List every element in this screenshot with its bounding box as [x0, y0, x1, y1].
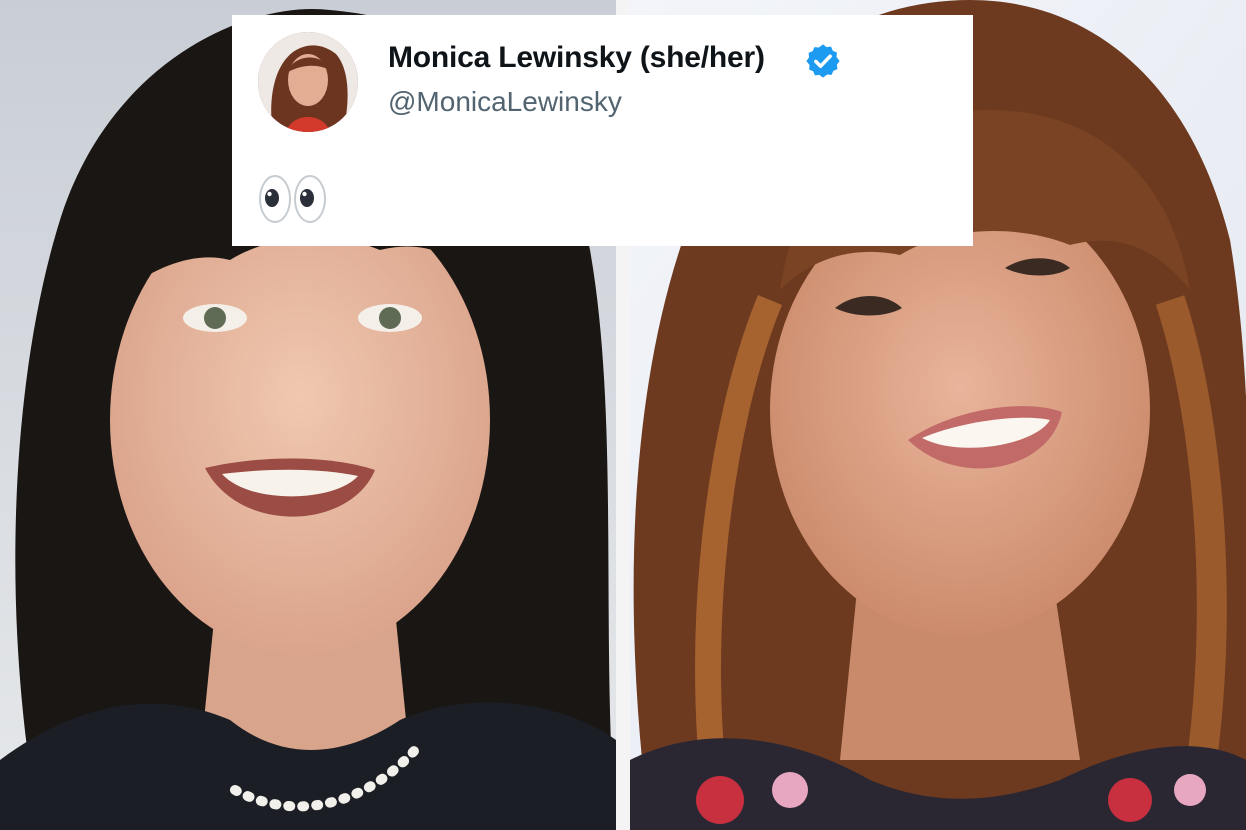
tweet-card: Monica Lewinsky (she/her) @MonicaLewinsk… — [232, 15, 973, 246]
image-canvas: Monica Lewinsky (she/her) @MonicaLewinsk… — [0, 0, 1246, 830]
eyes-emoji-icon — [259, 175, 326, 223]
verified-badge-icon — [806, 44, 840, 78]
tweet-body — [258, 173, 328, 225]
display-name[interactable]: Monica Lewinsky (she/her) — [388, 41, 765, 75]
avatar[interactable] — [258, 32, 358, 132]
avatar-photo-icon — [258, 32, 358, 132]
user-handle[interactable]: @MonicaLewinsky — [388, 86, 622, 118]
